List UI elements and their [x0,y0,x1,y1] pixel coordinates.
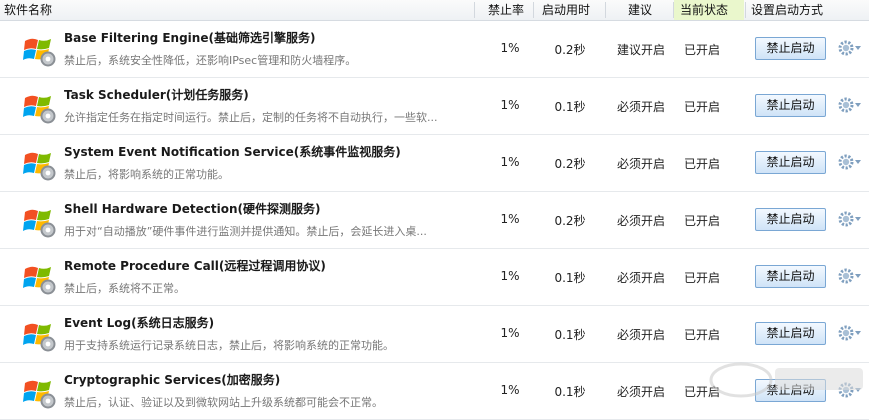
table-header: 软件名称 禁止率 启动用时 建议 当前状态 设置启动方式 [0,0,869,21]
windows-logo-gear-icon [23,38,56,67]
ban-rate-value: 1% [500,383,520,397]
service-title: System Event Notification Service(系统事件监视… [64,145,401,159]
startup-time-value: 0.1秒 [554,328,586,342]
header-divider [605,2,606,18]
disable-startup-button[interactable]: 禁止启动 [755,265,826,288]
advice-value: 建议开启 [616,43,665,57]
disable-startup-button[interactable]: 禁止启动 [755,94,826,117]
gear-dropdown-icon[interactable] [838,325,862,341]
service-description: 禁止后，将影响系统的正常功能。 [64,168,229,181]
service-title: Cryptographic Services(加密服务) [64,373,281,387]
startup-time-value: 0.2秒 [554,214,586,228]
state-value: 已开启 [684,157,721,171]
header-startup-time[interactable]: 启动用时 [542,0,590,20]
table-row: System Event Notification Service(系统事件监视… [0,135,869,192]
header-divider [533,2,534,18]
windows-logo-gear-icon [23,152,56,181]
startup-time-value: 0.1秒 [554,100,586,114]
advice-value: 必须开启 [616,385,665,399]
header-ban-rate[interactable]: 禁止率 [488,0,524,20]
advice-value: 必须开启 [616,100,665,114]
windows-logo-gear-icon [23,209,56,238]
state-value: 已开启 [684,43,721,57]
service-title: Event Log(系统日志服务) [64,316,215,330]
gear-dropdown-icon[interactable] [838,211,862,227]
header-divider [745,2,746,18]
ban-rate-value: 1% [500,155,520,169]
table-row: Task Scheduler(计划任务服务) 允许指定任务在指定时间运行。禁止后… [0,78,869,135]
state-value: 已开启 [684,214,721,228]
header-name: 软件名称 [4,3,53,17]
windows-logo-gear-icon [23,380,56,409]
ban-rate-value: 1% [500,98,520,112]
service-description: 用于支持系统运行记录系统日志，禁止后，将影响系统的正常功能。 [64,339,394,352]
state-value: 已开启 [684,100,721,114]
header-startup-method: 设置启动方式 [751,3,824,17]
service-title: Remote Procedure Call(远程过程调用协议) [64,259,326,273]
table-row: Shell Hardware Detection(硬件探测服务) 用于对“自动播… [0,192,869,249]
table-row: Base Filtering Engine(基础筛选引擎服务) 禁止后，系统安全… [0,21,869,78]
disable-startup-button[interactable]: 禁止启动 [755,208,826,231]
gear-dropdown-icon[interactable] [838,97,862,113]
startup-time-value: 0.1秒 [554,385,586,399]
advice-value: 必须开启 [616,214,665,228]
service-title: Shell Hardware Detection(硬件探测服务) [64,202,321,216]
header-advice[interactable]: 建议 [628,0,652,20]
gear-dropdown-icon[interactable] [838,154,862,170]
windows-logo-gear-icon [23,95,56,124]
table-row: Remote Procedure Call(远程过程调用协议) 禁止后，系统将不… [0,249,869,306]
service-description: 禁止后，系统将不正常。 [64,282,185,295]
ban-rate-value: 1% [500,269,520,283]
ban-rate-value: 1% [500,41,520,55]
service-title: Task Scheduler(计划任务服务) [64,88,249,102]
startup-time-value: 0.1秒 [554,271,586,285]
startup-time-value: 0.2秒 [554,43,586,57]
advice-value: 必须开启 [616,271,665,285]
service-description: 禁止后，认证、验证以及到微软网站上升级系统都可能会不正常。 [64,396,383,409]
windows-logo-gear-icon [23,323,56,352]
header-divider [474,2,475,18]
service-title: Base Filtering Engine(基础筛选引擎服务) [64,31,316,45]
service-description: 允许指定任务在指定时间运行。禁止后，定制的任务将不自动执行，一些软... [64,111,438,124]
service-description: 用于对“自动播放”硬件事件进行监测并提供通知。禁止后，会延长进入桌... [64,225,427,238]
disable-startup-button[interactable]: 禁止启动 [755,322,826,345]
startup-time-value: 0.2秒 [554,157,586,171]
ban-rate-value: 1% [500,212,520,226]
advice-value: 必须开启 [616,157,665,171]
table-row: Event Log(系统日志服务) 用于支持系统运行记录系统日志，禁止后，将影响… [0,306,869,363]
disable-startup-button[interactable]: 禁止启动 [755,151,826,174]
state-value: 已开启 [684,328,721,342]
watermark-logo-icon [709,362,863,398]
windows-logo-gear-icon [23,266,56,295]
disable-startup-button[interactable]: 禁止启动 [755,37,826,60]
service-description: 禁止后，系统安全性降低，还影响IPsec管理和防火墙程序。 [64,54,357,67]
header-current-state[interactable]: 当前状态 [674,0,744,20]
gear-dropdown-icon[interactable] [838,268,862,284]
state-value: 已开启 [684,271,721,285]
gear-dropdown-icon[interactable] [838,40,862,56]
advice-value: 必须开启 [616,328,665,342]
ban-rate-value: 1% [500,326,520,340]
